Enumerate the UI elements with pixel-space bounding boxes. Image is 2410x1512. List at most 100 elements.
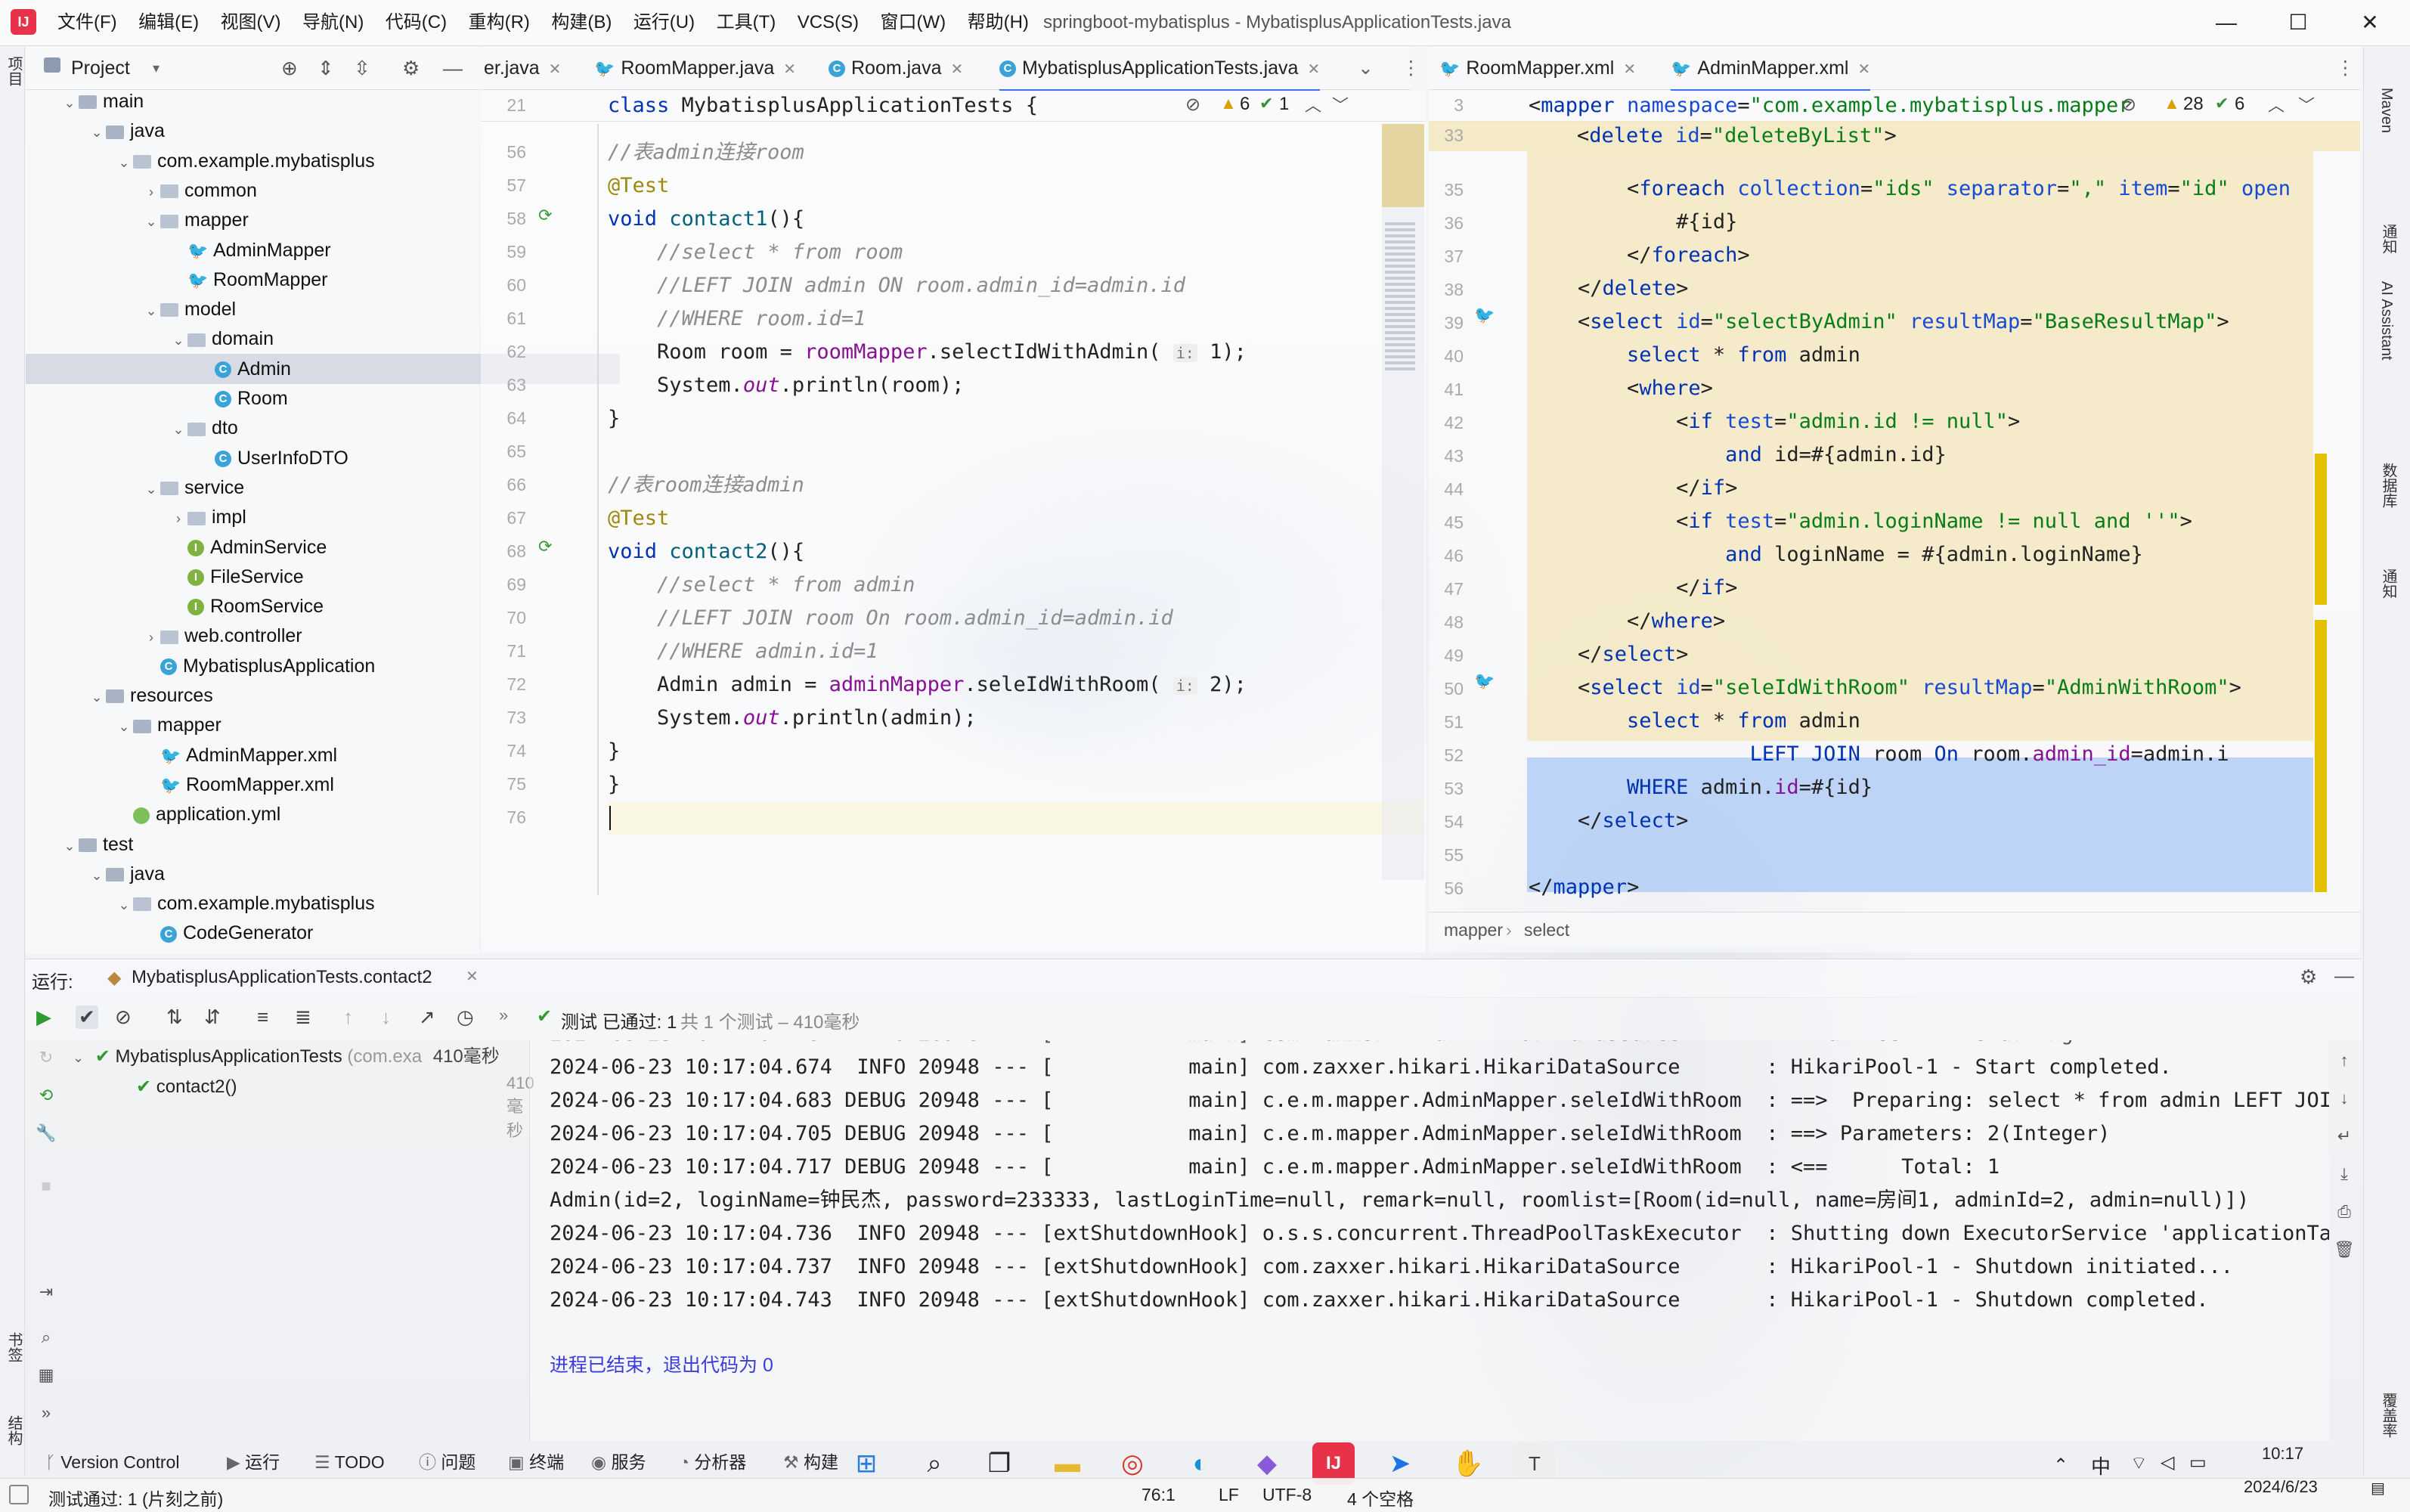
sort-alpha-icon[interactable]: ⇅ [166, 1005, 183, 1029]
menu-build[interactable]: 构建(B) [551, 0, 612, 45]
database-tool-label[interactable]: 数据库 [2377, 463, 2399, 508]
coverage-tool-label[interactable]: 覆盖率 [2377, 1393, 2399, 1438]
mybatis-bird-icon[interactable]: 🐦 [1474, 305, 1495, 325]
close-icon[interactable]: ✕ [1307, 61, 1320, 78]
chevron-down-icon[interactable]: ⌄ [88, 860, 106, 891]
tree-item-roomservice[interactable]: I RoomService [26, 591, 324, 621]
close-icon[interactable]: ✕ [1857, 61, 1870, 78]
notifications-tool-label[interactable]: 通知 [2377, 224, 2399, 254]
minimap[interactable] [1382, 124, 1424, 880]
tab-adminmapper-xml[interactable]: 🐦 AdminMapper.xml ✕ [1671, 47, 1871, 91]
tool-problems[interactable]: ⓘ 问题 [419, 1446, 475, 1478]
tree-item-resources[interactable]: ⌄ resources [26, 680, 212, 711]
test-tree-child[interactable]: ✔ contact2() [136, 1072, 237, 1102]
tab-roommapper-xml[interactable]: 🐦 RoomMapper.xml ✕ [1439, 47, 1636, 89]
menu-file[interactable]: 文件(F) [57, 0, 117, 45]
tab-room-java[interactable]: C Room.java ✕ [829, 47, 963, 89]
tool-terminal[interactable]: ▣ 终端 [508, 1446, 564, 1478]
file-encoding[interactable]: UTF-8 [1262, 1485, 1312, 1505]
tree-item-com-example-mybatisplus[interactable]: ⌄ com.example.mybatisplus [26, 888, 374, 919]
gear-icon[interactable]: ⚙ [402, 47, 420, 89]
chevron-down-icon[interactable]: ﹀ [1332, 92, 1349, 116]
tree-item-java[interactable]: ⌄ java [26, 116, 164, 146]
history-icon[interactable]: ◷ [457, 1005, 474, 1029]
show-ignored-icon[interactable]: ⊘ [115, 1005, 132, 1029]
tool-services[interactable]: ◉ 服务 [591, 1446, 646, 1478]
prev-failed-icon[interactable]: ↑ [343, 1005, 353, 1029]
menu-edit[interactable]: 编辑(E) [138, 0, 199, 45]
maven-tool-label[interactable]: Maven [2377, 88, 2395, 133]
chevron-down-icon[interactable]: ⌄ [169, 414, 187, 445]
run-config-name[interactable]: MybatisplusApplicationTests.contact2 [132, 967, 432, 988]
line-separator[interactable]: LF [1219, 1485, 1239, 1505]
check-icon[interactable]: ✔ [2215, 94, 2229, 113]
scroll-up-icon[interactable]: ↑ [2333, 1051, 2356, 1070]
chevron-down-icon[interactable]: ⌄ [115, 711, 133, 742]
reader-mode-icon[interactable]: ⊘ [2121, 94, 2136, 116]
tree-item-com-example-mybatisplus[interactable]: ⌄ com.example.mybatisplus [26, 146, 374, 176]
tree-item-dto[interactable]: ⌄ dto [26, 413, 237, 445]
menu-code[interactable]: 代码(C) [386, 0, 447, 45]
chevron-right-icon[interactable]: › [169, 503, 187, 534]
chevron-up-icon[interactable]: ︿ [1305, 92, 1321, 116]
battery-icon[interactable]: ▭ [2189, 1452, 2207, 1473]
project-view-title[interactable]: Project [71, 47, 130, 89]
chevron-right-icon[interactable]: › [142, 177, 160, 207]
run-test-icon[interactable]: ⟳ [538, 206, 552, 225]
console-output[interactable]: 2024-06-23 10:17:04.484 INFO 20948 --- [… [529, 1040, 2329, 1441]
menu-window[interactable]: 窗口(W) [881, 0, 946, 45]
tree-item-roommapper[interactable]: 🐦 RoomMapper [26, 265, 327, 295]
tree-item-mapper[interactable]: ⌄ mapper [26, 205, 248, 235]
chevron-down-icon[interactable]: ⌄ [142, 474, 160, 504]
menu-refactor[interactable]: 重构(R) [469, 0, 530, 45]
warning-icon[interactable]: ▲ [1220, 94, 1237, 113]
chevron-up-icon[interactable]: ︿ [2268, 92, 2285, 116]
maximize-button[interactable]: ☐ [2264, 0, 2332, 45]
next-failed-icon[interactable]: ↓ [381, 1005, 391, 1029]
rerun-icon[interactable]: ▶ [36, 1005, 51, 1029]
tab-roommapper-java[interactable]: 🐦 RoomMapper.java ✕ [594, 47, 796, 89]
indent-setting[interactable]: 4 个空格 [1347, 1485, 1414, 1510]
search-icon[interactable]: ⌕ [35, 1328, 57, 1347]
menu-tools[interactable]: 工具(T) [717, 0, 776, 45]
cursor-position[interactable]: 76:1 [1141, 1485, 1176, 1505]
tool-todo[interactable]: ☰ TODO [314, 1446, 385, 1478]
collapse-all-icon[interactable]: ⇳ [354, 47, 370, 89]
left-code-editor[interactable]: 21 class MybatisplusApplicationTests { ⊘… [481, 91, 1426, 953]
close-icon[interactable]: ✕ [466, 967, 479, 986]
chevron-down-icon[interactable]: ⌄ [60, 88, 79, 118]
tree-item-room[interactable]: C Room [26, 383, 288, 414]
tree-item-adminmapper-xml[interactable]: 🐦 AdminMapper.xml [26, 740, 337, 770]
tree-item-adminmapper[interactable]: 🐦 AdminMapper [26, 235, 331, 265]
menu-view[interactable]: 视图(V) [221, 0, 281, 45]
toggle-autotest-icon[interactable]: ⟲ [35, 1086, 57, 1105]
expand-all-icon[interactable]: ≡ [257, 1005, 268, 1029]
show-passed-icon[interactable]: ✔ [76, 1005, 98, 1029]
menu-help[interactable]: 帮助(H) [968, 0, 1029, 45]
tree-item-codegenerator[interactable]: C CodeGenerator [26, 918, 313, 948]
collapse-all-icon[interactable]: ≣ [295, 1005, 311, 1029]
login-icon[interactable]: ⇥ [35, 1282, 57, 1302]
tree-item-common[interactable]: › common [26, 175, 257, 206]
wifi-icon[interactable]: ⌔ [2130, 1452, 2148, 1474]
close-icon[interactable]: ✕ [783, 61, 796, 78]
chevron-down-icon[interactable]: ▾ [153, 47, 160, 89]
notification-icon[interactable]: ▤ [2371, 1479, 2385, 1498]
chevron-right-icon[interactable]: › [142, 622, 160, 652]
more-tabs-icon[interactable]: ⋮ [1402, 47, 1420, 89]
wrench-icon[interactable]: 🔧 [35, 1123, 57, 1143]
test-tree-root[interactable]: ⌄ ✔ MybatisplusApplicationTests (com.exa… [73, 1042, 500, 1072]
project-tool-label[interactable]: 项目 [3, 56, 25, 86]
tool-version-control[interactable]: ᚴ Version Control [45, 1446, 179, 1478]
more-chevron-icon[interactable]: » [499, 1005, 508, 1025]
mybatis-bird-icon[interactable]: 🐦 [1474, 671, 1495, 691]
close-button[interactable]: ✕ [2336, 0, 2404, 45]
export-icon[interactable]: ↗ [419, 1005, 435, 1029]
chevron-down-icon[interactable]: ﹀ [2298, 92, 2315, 116]
close-icon[interactable]: ✕ [1623, 61, 1636, 78]
tree-item-mapper[interactable]: ⌄ mapper [26, 710, 221, 740]
tree-item-java[interactable]: ⌄ java [26, 859, 164, 891]
volume-icon[interactable]: ◁ [2161, 1452, 2174, 1473]
sort-duration-icon[interactable]: ⇵ [204, 1005, 221, 1029]
ime-indicator[interactable]: 中 [2091, 1452, 2111, 1479]
